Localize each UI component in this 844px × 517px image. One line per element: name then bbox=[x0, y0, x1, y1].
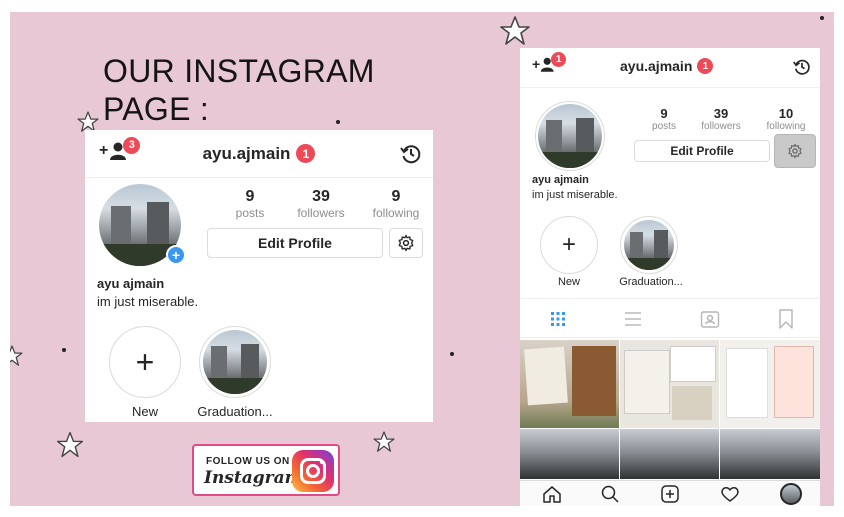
highlight-graduation-label: Graduation... bbox=[619, 276, 683, 288]
stat-followers-label: followers bbox=[297, 206, 345, 220]
post-thumbnail[interactable] bbox=[720, 429, 820, 479]
slide-background: OUR INSTAGRAM PAGE : + 3 ayu.ajmain 1 + … bbox=[10, 12, 834, 506]
post-thumbnail[interactable] bbox=[620, 340, 719, 428]
settings-button[interactable] bbox=[774, 134, 816, 168]
stat-followers[interactable]: 39 followers bbox=[285, 188, 357, 220]
username-text: ayu.ajmain bbox=[620, 58, 693, 74]
sparkle-dot bbox=[62, 348, 66, 352]
gear-icon bbox=[398, 234, 414, 252]
profile-username[interactable]: ayu.ajmain 1 bbox=[620, 58, 714, 74]
stat-followers-label: followers bbox=[701, 121, 741, 132]
stat-following-label: following bbox=[372, 206, 420, 220]
profile-view-tabs bbox=[520, 298, 820, 338]
star-icon bbox=[500, 16, 530, 45]
settings-button[interactable] bbox=[389, 228, 423, 258]
instagram-logo-icon bbox=[292, 450, 334, 492]
star-icon bbox=[10, 345, 23, 366]
highlight-graduation-image bbox=[624, 220, 674, 270]
post-thumbnail[interactable] bbox=[720, 340, 820, 428]
bottom-nav bbox=[520, 480, 820, 506]
stat-posts-num: 9 bbox=[245, 188, 255, 205]
stat-following-label: following bbox=[766, 121, 806, 132]
post-thumbnail[interactable] bbox=[520, 429, 619, 479]
heart-icon[interactable] bbox=[720, 484, 740, 504]
stat-following-num: 10 bbox=[778, 106, 794, 121]
slide-heading: OUR INSTAGRAM PAGE : bbox=[103, 52, 423, 128]
follow-us-text: FOLLOW US ON bbox=[206, 456, 290, 467]
phone-screenshot-right: + 1 ayu.ajmain 1 9 posts 39 followers 10… bbox=[520, 48, 820, 506]
instagram-wordmark: Instagram bbox=[204, 468, 303, 488]
stat-followers-num: 39 bbox=[713, 106, 729, 121]
star-icon bbox=[56, 431, 84, 458]
sparkle-dot bbox=[820, 16, 824, 20]
history-icon[interactable] bbox=[399, 142, 423, 166]
plus-icon: + bbox=[561, 231, 576, 258]
highlight-new[interactable]: + bbox=[540, 216, 598, 274]
plus-icon: + bbox=[135, 344, 155, 380]
highlight-new-label: New bbox=[557, 276, 580, 288]
username-badge: 1 bbox=[296, 144, 316, 163]
star-icon bbox=[373, 431, 395, 452]
notification-badge: 1 bbox=[551, 51, 567, 67]
history-icon[interactable] bbox=[792, 57, 812, 77]
post-thumbnail[interactable] bbox=[520, 340, 619, 428]
heading-line-2: PAGE : bbox=[103, 91, 210, 127]
bio-name: ayu ajmain bbox=[532, 174, 589, 186]
stat-followers[interactable]: 39 followers bbox=[692, 106, 750, 132]
home-icon[interactable] bbox=[542, 484, 562, 504]
new-post-icon[interactable] bbox=[660, 484, 680, 504]
username-text: ayu.ajmain bbox=[202, 143, 291, 163]
bookmark-icon[interactable] bbox=[778, 309, 794, 329]
stat-followers-num: 39 bbox=[312, 188, 330, 205]
phone-topbar: + 1 ayu.ajmain 1 bbox=[520, 48, 820, 88]
heading-line-1: OUR INSTAGRAM bbox=[103, 53, 375, 89]
stat-following[interactable]: 10 following bbox=[758, 106, 814, 132]
list-view-icon[interactable] bbox=[624, 311, 642, 327]
search-icon[interactable] bbox=[600, 484, 620, 504]
notification-badge: 3 bbox=[123, 136, 141, 154]
profile-username[interactable]: ayu.ajmain 1 bbox=[203, 144, 316, 164]
sparkle-dot bbox=[336, 120, 340, 124]
add-user-button[interactable]: + 3 bbox=[99, 136, 141, 160]
follow-us-instagram-button[interactable]: FOLLOW US ON Instagram bbox=[192, 444, 340, 496]
edit-profile-button[interactable]: Edit Profile bbox=[207, 228, 383, 258]
grid-view-icon[interactable] bbox=[550, 311, 566, 327]
add-user-button[interactable]: + 1 bbox=[532, 51, 567, 72]
highlight-graduation[interactable] bbox=[620, 216, 678, 274]
profile-topbar: + 3 ayu.ajmain 1 bbox=[85, 130, 433, 178]
highlight-graduation-image bbox=[203, 330, 267, 394]
stat-following-num: 9 bbox=[391, 188, 401, 205]
profile-card-left: + 3 ayu.ajmain 1 + 9 posts 39 followers … bbox=[85, 130, 433, 422]
edit-profile-button[interactable]: Edit Profile bbox=[634, 140, 770, 162]
bio-name: ayu ajmain bbox=[97, 276, 165, 291]
gear-icon bbox=[788, 143, 802, 159]
bio-text: im just miserable. bbox=[97, 294, 199, 309]
post-thumbnail[interactable] bbox=[620, 429, 719, 479]
highlight-graduation[interactable] bbox=[199, 326, 271, 398]
highlight-graduation-label: Graduation... bbox=[197, 404, 273, 419]
stat-posts-num: 9 bbox=[660, 106, 668, 121]
plus-icon: + bbox=[99, 142, 109, 159]
username-badge: 1 bbox=[697, 58, 714, 74]
add-story-icon[interactable]: + bbox=[166, 245, 186, 265]
profile-tab-avatar[interactable] bbox=[780, 483, 802, 505]
stat-posts[interactable]: 9 posts bbox=[225, 188, 275, 220]
sparkle-dot bbox=[450, 352, 454, 356]
highlight-new-label: New bbox=[131, 404, 158, 419]
plus-icon: + bbox=[532, 56, 541, 72]
stat-posts-label: posts bbox=[652, 121, 676, 132]
tagged-icon[interactable] bbox=[700, 309, 720, 329]
bio-text: im just miserable. bbox=[532, 189, 618, 201]
stat-following[interactable]: 9 following bbox=[365, 188, 427, 220]
highlight-new[interactable]: + bbox=[109, 326, 181, 398]
avatar-ring bbox=[535, 101, 605, 171]
stat-posts[interactable]: 9 posts bbox=[644, 106, 684, 132]
stat-posts-label: posts bbox=[235, 206, 265, 220]
